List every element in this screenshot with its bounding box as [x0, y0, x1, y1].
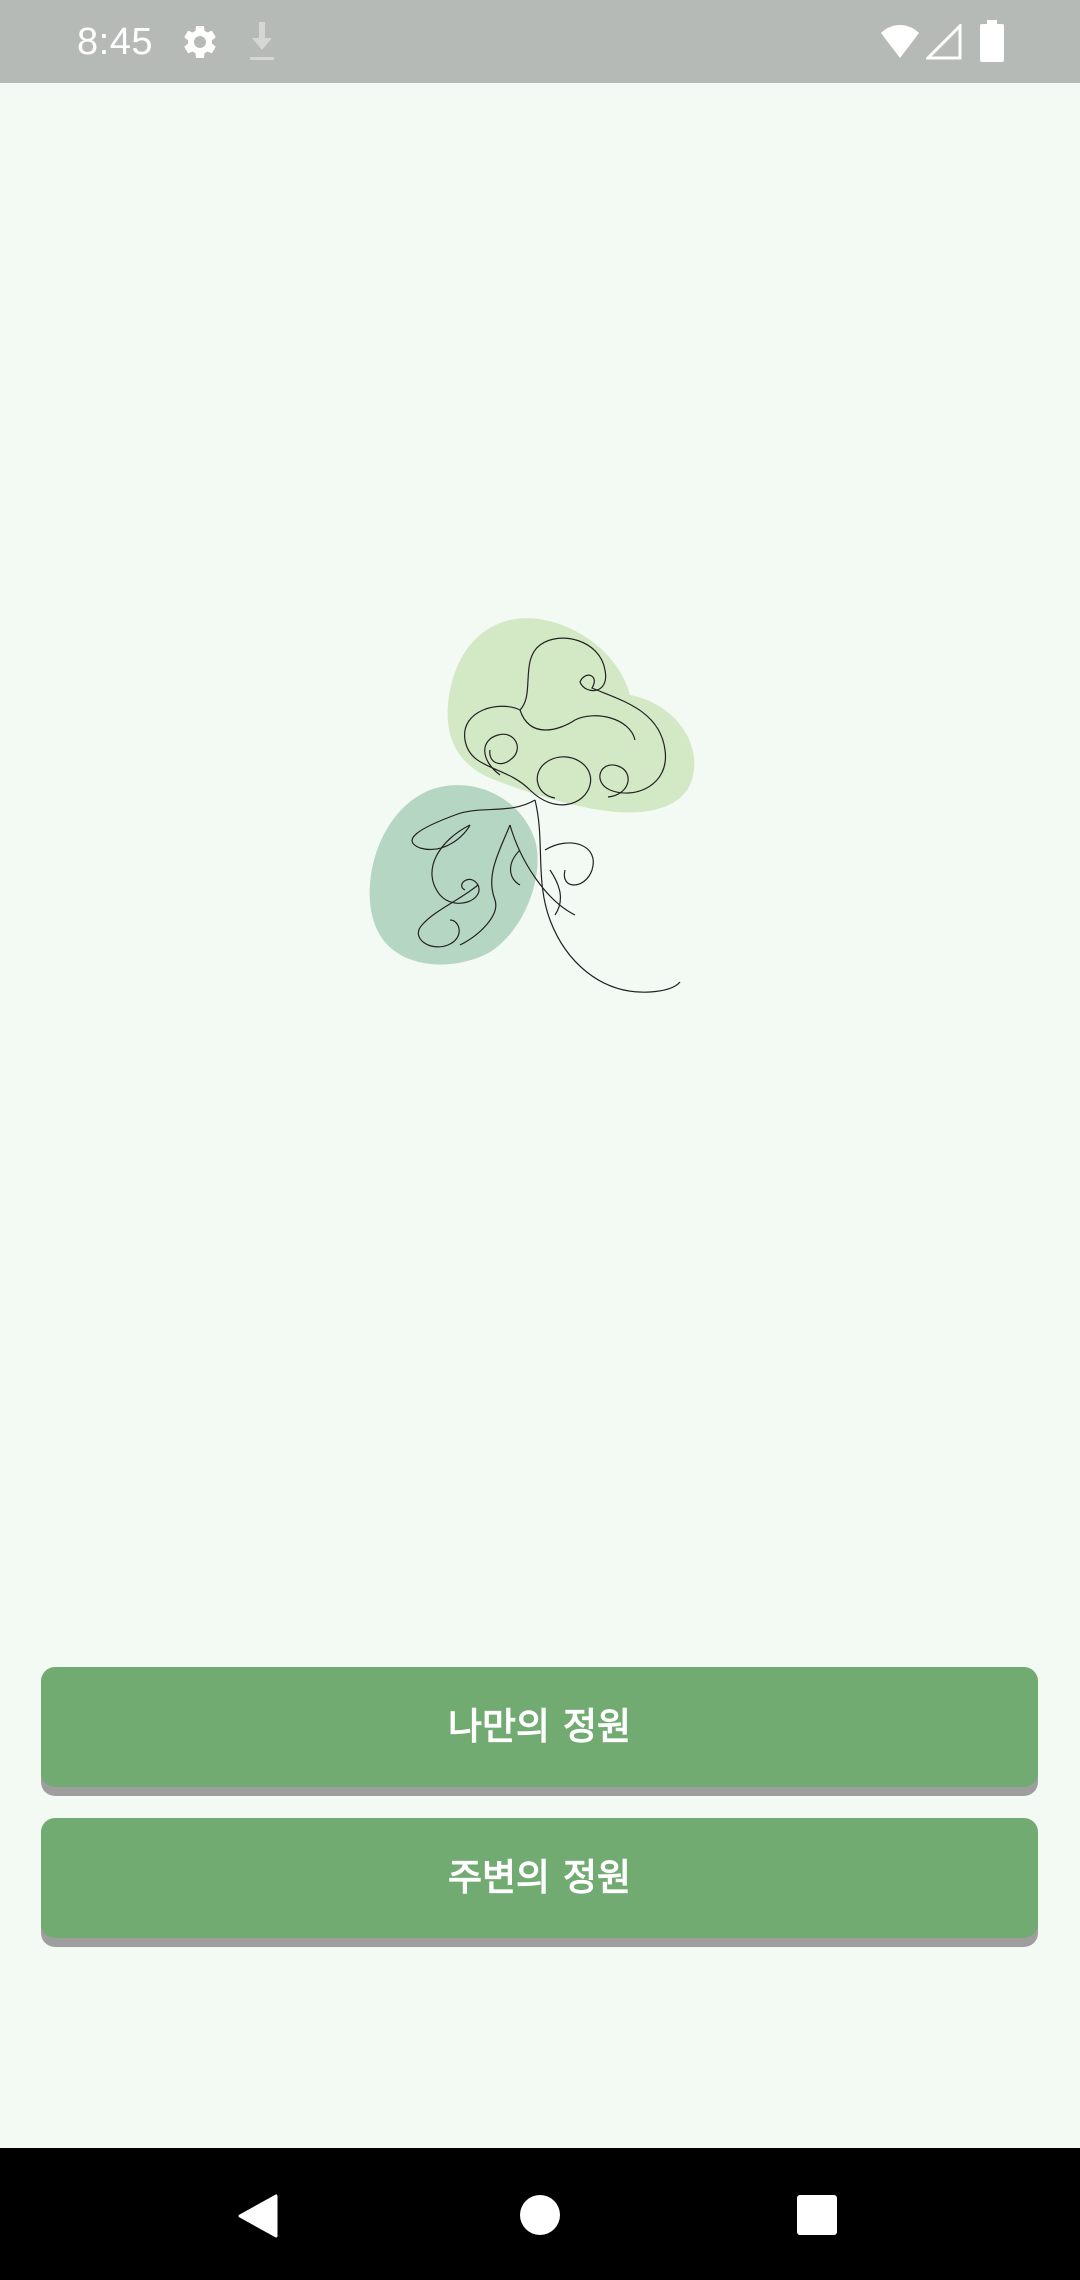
home-icon[interactable]: [519, 2194, 561, 2236]
status-bar: 8:45: [0, 0, 1080, 83]
light-leaf-shape: [447, 618, 695, 813]
battery-icon: [980, 20, 1004, 62]
download-icon: [250, 22, 274, 60]
signal-icon: [926, 24, 962, 60]
navigation-bar: [0, 2148, 1080, 2280]
my-garden-button[interactable]: 나만의 정원: [41, 1667, 1038, 1787]
status-time: 8:45: [77, 21, 153, 63]
recents-icon[interactable]: [797, 2195, 837, 2235]
wifi-icon: [881, 25, 919, 58]
gear-icon: [184, 25, 216, 58]
back-icon[interactable]: [236, 2192, 280, 2240]
nearby-garden-button[interactable]: 주변의 정원: [41, 1818, 1038, 1938]
nearby-garden-button-label: 주변의 정원: [447, 1856, 632, 1899]
dark-leaf-shape: [369, 785, 538, 965]
my-garden-button-label: 나만의 정원: [447, 1705, 632, 1748]
leaf-illustration: [369, 618, 695, 993]
